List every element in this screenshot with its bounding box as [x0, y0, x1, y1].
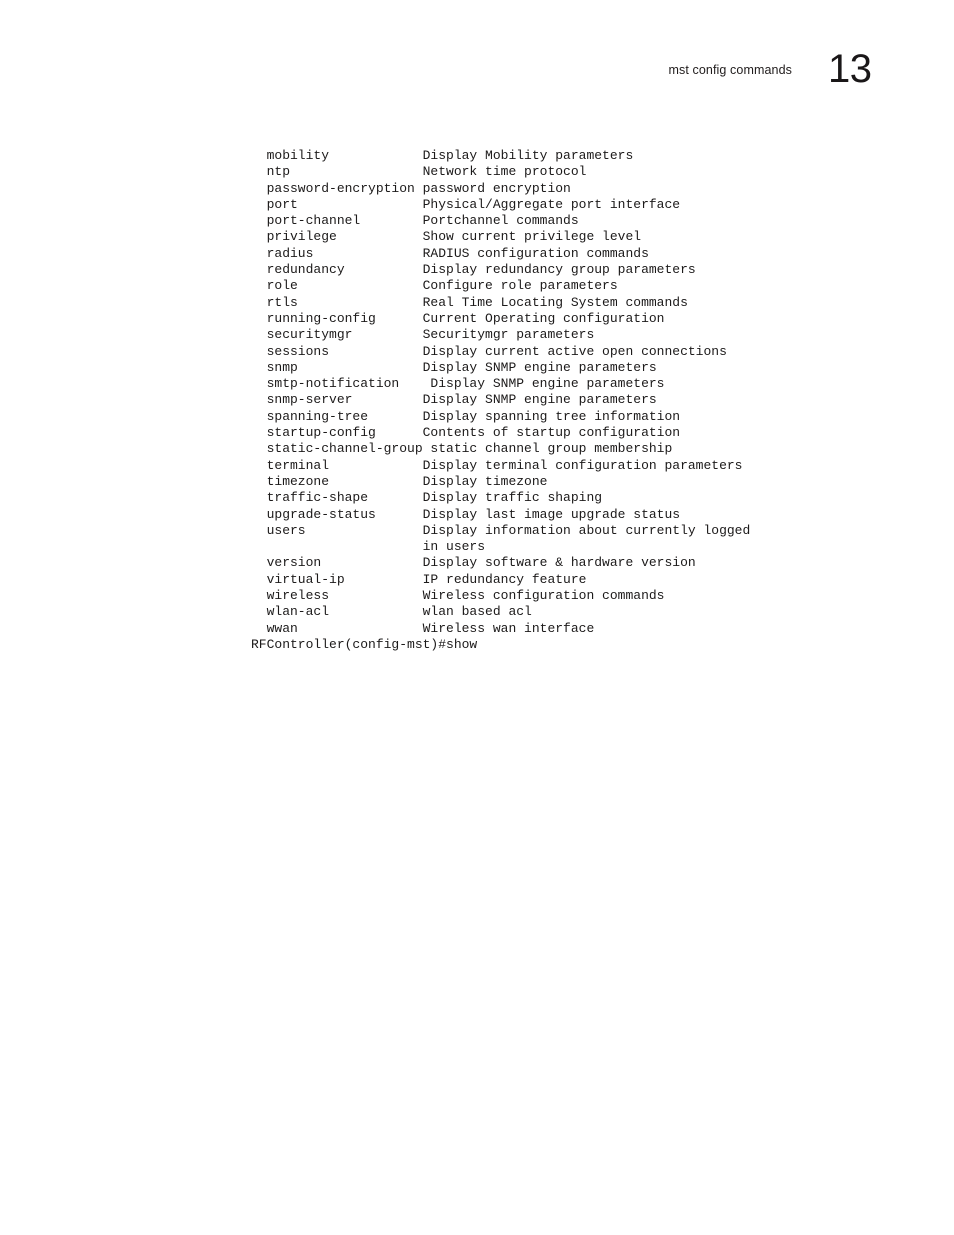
- cli-command-row: redundancy Display redundancy group para…: [251, 262, 696, 278]
- cli-help-output: mobility Display Mobility parameters ntp…: [251, 148, 750, 653]
- cli-command-row: privilege Show current privilege level: [251, 229, 642, 245]
- cli-command-row: users Display information about currentl…: [251, 522, 751, 538]
- cli-command-row: sessions Display current active open con…: [251, 343, 727, 359]
- cli-command-row: snmp Display SNMP engine parameters: [251, 359, 657, 375]
- cli-command-row: rtls Real Time Locating System commands: [251, 294, 688, 310]
- cli-command-row: spanning-tree Display spanning tree info…: [251, 408, 681, 424]
- cli-command-row: terminal Display terminal configuration …: [251, 457, 743, 473]
- cli-command-row: traffic-shape Display traffic shaping: [251, 490, 603, 506]
- cli-command-row: mobility Display Mobility parameters: [251, 148, 634, 163]
- cli-command-row: upgrade-status Display last image upgrad…: [251, 506, 681, 522]
- cli-command-row: password-encryption password encryption: [251, 180, 571, 196]
- cli-command-row: wireless Wireless configuration commands: [251, 588, 665, 604]
- cli-command-row: smtp-notification Display SNMP engine pa…: [251, 376, 665, 392]
- page-header: mst config commands 13: [0, 47, 954, 105]
- cli-command-row: wwan Wireless wan interface: [251, 620, 595, 636]
- cli-command-row: static-channel-group static channel grou…: [251, 441, 673, 457]
- cli-command-row: ntp Network time protocol: [251, 164, 587, 180]
- cli-command-row: virtual-ip IP redundancy feature: [251, 571, 587, 587]
- cli-command-row: version Display software & hardware vers…: [251, 555, 696, 571]
- cli-command-row: running-config Current Operating configu…: [251, 310, 665, 326]
- cli-command-row: timezone Display timezone: [251, 473, 548, 489]
- header-title: mst config commands: [668, 63, 792, 77]
- document-page: mst config commands 13 mobility Display …: [0, 0, 954, 1235]
- cli-prompt-line: RFController(config-mst)#show: [251, 636, 478, 652]
- cli-command-row: startup-config Contents of startup confi…: [251, 425, 681, 441]
- cli-command-row: snmp-server Display SNMP engine paramete…: [251, 392, 657, 408]
- page-number: 13: [828, 47, 872, 91]
- cli-command-row: wlan-acl wlan based acl: [251, 604, 532, 620]
- cli-command-row: role Configure role parameters: [251, 278, 618, 294]
- cli-command-row-continuation: in users: [251, 539, 486, 555]
- cli-command-row: port Physical/Aggregate port interface: [251, 196, 681, 212]
- cli-command-row: radius RADIUS configuration commands: [251, 245, 649, 261]
- cli-command-row: port-channel Portchannel commands: [251, 213, 579, 229]
- cli-command-row: securitymgr Securitymgr parameters: [251, 327, 595, 343]
